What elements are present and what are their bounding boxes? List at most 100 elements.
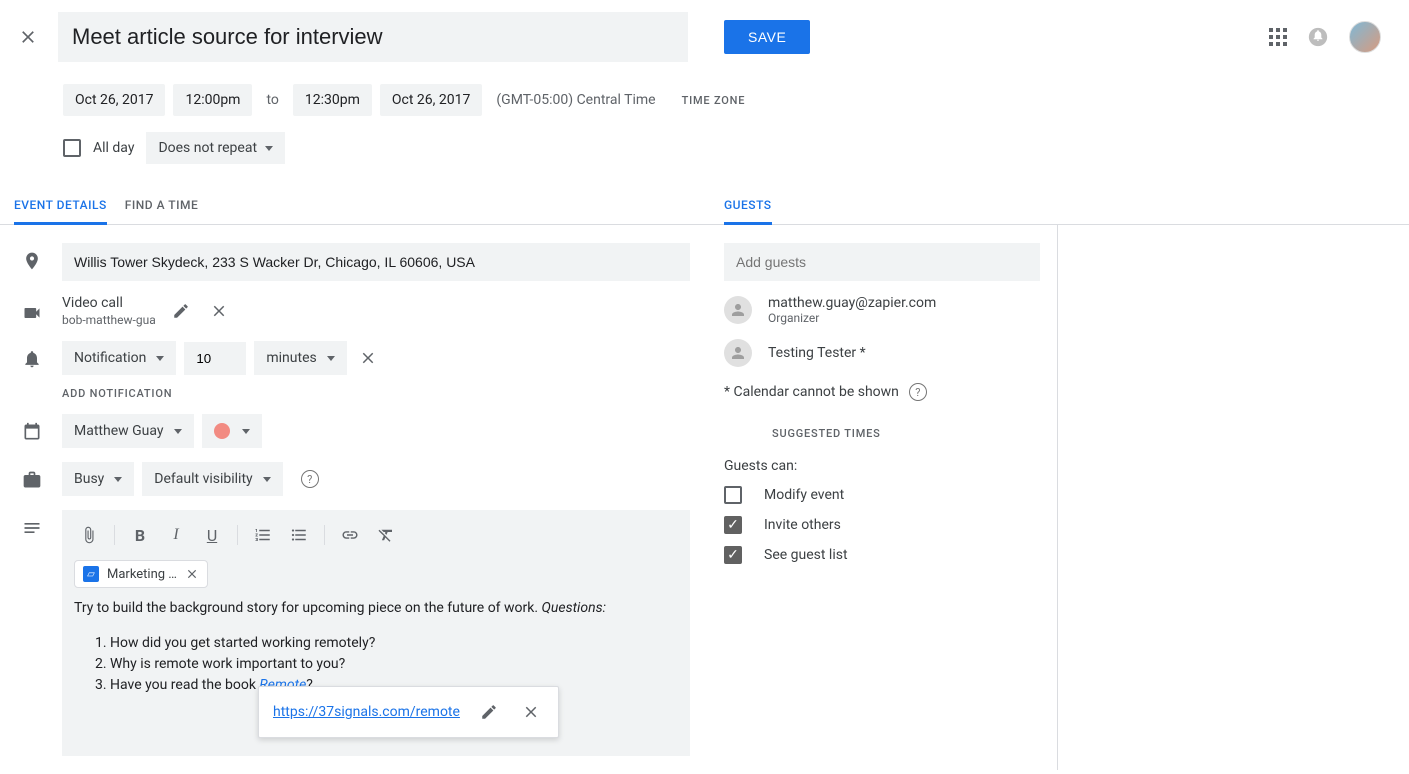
notification-value-input[interactable] [184, 342, 246, 375]
underline-button[interactable]: U [197, 520, 227, 550]
attachment-chip[interactable]: ▱ Marketing … [74, 560, 208, 588]
caret-down-icon [114, 477, 122, 482]
list-ol-icon [254, 526, 272, 544]
busy-label: Busy [74, 471, 104, 487]
edit-link-button[interactable] [476, 699, 502, 725]
attach-button[interactable] [74, 520, 104, 550]
avatar-icon [724, 296, 752, 324]
bold-button[interactable]: B [125, 520, 155, 550]
color-swatch [214, 423, 230, 439]
calendar-owner-label: Matthew Guay [74, 423, 164, 439]
close-icon [359, 349, 377, 367]
help-icon[interactable]: ? [301, 470, 319, 488]
bulleted-list-button[interactable] [284, 520, 314, 550]
visibility-label: Default visibility [154, 471, 252, 487]
remove-notification-button[interactable] [355, 345, 381, 371]
close-icon [18, 27, 38, 47]
see-guest-list-checkbox[interactable]: ✓ [724, 546, 742, 564]
suggested-times-link[interactable]: SUGGESTED TIMES [772, 427, 1057, 440]
caret-down-icon [327, 356, 335, 361]
italic-button[interactable]: I [161, 520, 191, 550]
calendar-owner-select[interactable]: Matthew Guay [62, 414, 194, 448]
user-avatar[interactable] [1349, 21, 1381, 53]
close-icon [522, 703, 540, 721]
description-intro: Try to build the background story for up… [74, 600, 538, 616]
end-date-chip[interactable]: Oct 26, 2017 [380, 84, 482, 116]
invite-others-label: Invite others [764, 517, 841, 533]
busy-select[interactable]: Busy [62, 462, 134, 496]
remove-video-button[interactable] [206, 298, 232, 324]
all-day-label: All day [93, 140, 134, 156]
notification-type-select[interactable]: Notification [62, 341, 176, 375]
caret-down-icon [263, 477, 271, 482]
guest-item: Testing Tester * [724, 339, 1057, 367]
tab-guests[interactable]: GUESTS [724, 188, 772, 225]
attachment-name: Marketing … [107, 567, 177, 582]
save-button[interactable]: SAVE [724, 20, 810, 54]
guest-email: matthew.guay@zapier.com [768, 295, 936, 311]
to-label: to [260, 92, 284, 108]
close-icon [185, 567, 199, 581]
list-ul-icon [290, 526, 308, 544]
start-date-chip[interactable]: Oct 26, 2017 [63, 84, 165, 116]
add-guests-input[interactable] [724, 243, 1040, 281]
caret-down-icon [174, 429, 182, 434]
clear-format-button[interactable] [371, 520, 401, 550]
briefcase-icon [22, 470, 42, 490]
numbered-list-button[interactable] [248, 520, 278, 550]
add-notification-button[interactable]: ADD NOTIFICATION [62, 387, 708, 400]
description-icon [22, 518, 42, 538]
pencil-icon [480, 703, 498, 721]
remove-link-button[interactable] [518, 699, 544, 725]
description-editor[interactable]: B I U ▱ Marketing … [62, 510, 690, 756]
notification-type-label: Notification [74, 350, 146, 366]
guest-name: Testing Tester * [768, 345, 866, 361]
start-time-chip[interactable]: 12:00pm [173, 84, 252, 116]
tab-event-details[interactable]: EVENT DETAILS [14, 188, 107, 225]
close-icon [210, 302, 228, 320]
visibility-select[interactable]: Default visibility [142, 462, 282, 496]
link-url[interactable]: https://37signals.com/remote [273, 702, 460, 723]
video-call-label: Video call [62, 295, 156, 311]
help-icon[interactable]: ? [909, 383, 927, 401]
caret-down-icon [242, 429, 250, 434]
end-time-chip[interactable]: 12:30pm [293, 84, 372, 116]
caret-down-icon [265, 146, 273, 151]
remove-attachment-button[interactable] [185, 567, 199, 581]
guests-can-label: Guests can: [724, 458, 1057, 474]
calendar-note: * Calendar cannot be shown [724, 384, 899, 400]
link-popup: https://37signals.com/remote [258, 686, 559, 738]
repeat-label: Does not repeat [158, 140, 257, 156]
see-guest-list-label: See guest list [764, 547, 848, 563]
paperclip-icon [80, 526, 98, 544]
pencil-icon [172, 302, 190, 320]
apps-icon[interactable] [1269, 28, 1287, 46]
location-icon [22, 251, 42, 271]
avatar-icon [724, 339, 752, 367]
modify-event-checkbox[interactable] [724, 486, 742, 504]
event-title-input[interactable] [58, 12, 688, 62]
location-input[interactable] [62, 243, 690, 281]
guest-role: Organizer [768, 311, 936, 325]
calendar-color-select[interactable] [202, 414, 262, 448]
timezone-link[interactable]: TIME ZONE [682, 94, 746, 107]
link-icon [341, 526, 359, 544]
modify-event-label: Modify event [764, 487, 844, 503]
repeat-select[interactable]: Does not repeat [146, 132, 285, 164]
all-day-checkbox[interactable] [63, 139, 81, 157]
question-1: How did you get started working remotely… [110, 633, 678, 654]
video-icon [22, 303, 42, 323]
edit-video-button[interactable] [168, 298, 194, 324]
questions-label: Questions: [542, 600, 606, 616]
invite-others-checkbox[interactable]: ✓ [724, 516, 742, 534]
notifications-icon[interactable] [1307, 26, 1329, 48]
calendar-icon [22, 422, 42, 442]
tab-find-a-time[interactable]: FIND A TIME [125, 188, 198, 224]
timezone-label: (GMT-05:00) Central Time [490, 92, 655, 108]
caret-down-icon [156, 356, 164, 361]
guest-item-organizer: matthew.guay@zapier.com Organizer [724, 295, 1057, 325]
notification-unit-select[interactable]: minutes [254, 341, 346, 375]
link-button[interactable] [335, 520, 365, 550]
video-call-id: bob-matthew-gua [62, 313, 156, 327]
close-button[interactable] [16, 25, 40, 49]
